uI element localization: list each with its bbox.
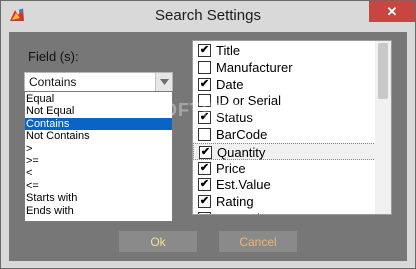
column-label: Quantity xyxy=(217,144,266,160)
column-label: My Rating xyxy=(216,211,275,214)
column-checkbox-row[interactable]: ✔ Rating xyxy=(193,193,378,210)
dropdown-option[interactable]: >= xyxy=(25,155,172,167)
chevron-down-icon[interactable] xyxy=(155,73,172,91)
column-label: Rating xyxy=(216,194,254,210)
column-label: Title xyxy=(216,43,241,58)
dropdown-option[interactable]: > xyxy=(25,143,172,155)
dropdown-option[interactable]: Not Contains xyxy=(25,130,172,142)
dropdown-option[interactable]: <= xyxy=(25,180,172,192)
column-checkbox-row[interactable]: ✔ Title xyxy=(193,42,378,59)
title-bar[interactable]: Search Settings ✕ xyxy=(1,1,415,33)
fields-label: Field (s): xyxy=(28,49,79,64)
column-checkbox-row[interactable]: BarCode xyxy=(193,126,378,143)
window-title: Search Settings xyxy=(155,7,261,24)
softpedia-watermark: SOFTPEDIA xyxy=(150,100,263,120)
column-label: Est.Value xyxy=(216,177,271,193)
column-checkbox-row[interactable]: ✔ Date xyxy=(193,76,378,93)
checkbox-checked[interactable]: ✔ xyxy=(198,44,211,57)
column-label: Price xyxy=(216,160,246,176)
checkbox-checked[interactable]: ✔ xyxy=(198,212,211,214)
checkbox-checked[interactable]: ✔ xyxy=(198,178,211,192)
column-checkbox-row[interactable]: ✔ My Rating xyxy=(193,210,378,214)
combo-selected-value: Contains xyxy=(29,75,77,89)
scrollbar-thumb[interactable] xyxy=(378,43,388,99)
columns-scrollbar[interactable] xyxy=(375,41,391,214)
column-label: BarCode xyxy=(216,127,268,142)
column-label: Date xyxy=(216,76,244,92)
dropdown-option[interactable]: Starts with xyxy=(25,192,172,204)
dropdown-option[interactable]: < xyxy=(25,167,172,179)
column-checkbox-row[interactable]: ✔ Price xyxy=(193,160,378,177)
column-checkbox-row[interactable]: ✔ Est.Value xyxy=(193,176,378,193)
ok-button[interactable]: Ok xyxy=(119,231,197,252)
checkbox-unchecked[interactable] xyxy=(198,60,211,74)
checkbox-checked[interactable]: ✔ xyxy=(198,161,211,175)
column-checkbox-row[interactable]: Manufacturer xyxy=(193,59,378,76)
checkbox-checked[interactable]: ✔ xyxy=(199,145,212,159)
close-button[interactable]: ✕ xyxy=(369,1,415,22)
checkbox-checked[interactable]: ✔ xyxy=(198,195,211,209)
dropdown-option[interactable]: Ends with xyxy=(25,205,172,217)
condition-combobox[interactable]: Contains xyxy=(24,72,173,92)
column-checkbox-row[interactable]: ✔ Quantity xyxy=(193,142,378,160)
checkbox-checked[interactable]: ✔ xyxy=(198,77,211,91)
column-label: Manufacturer xyxy=(216,59,293,75)
columns-checklist[interactable]: ✔ Title Manufacturer ✔ Date ID or Serial ✔ Stat… xyxy=(192,40,392,215)
cancel-button[interactable]: Cancel xyxy=(219,231,297,252)
checkbox-unchecked[interactable] xyxy=(198,128,211,141)
